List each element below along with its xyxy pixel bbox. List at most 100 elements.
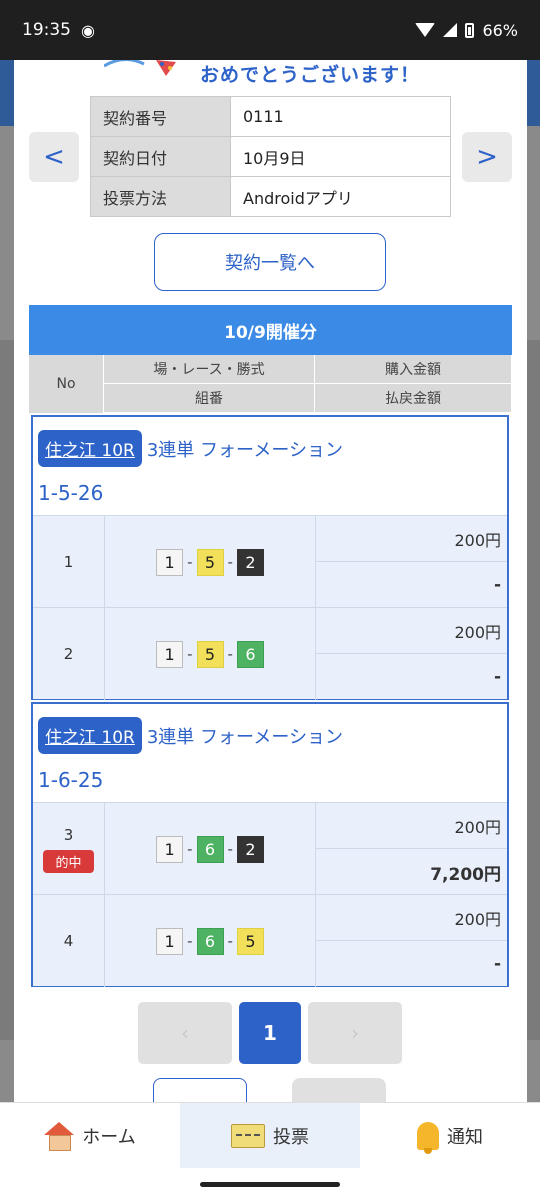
bet-no: 1 [33,516,105,608]
nav-notification-label: 通知 [447,1126,483,1148]
bet-numbers: 1 - 6 - 5 [105,895,316,987]
nav-vote[interactable]: 投票 [180,1103,360,1168]
payout-amount: - [493,667,501,687]
status-icons: 66% [415,21,518,40]
contract-date-value: 10月9日 [230,136,451,177]
hit-badge: 的中 [43,849,94,873]
bet-no-value: 4 [63,932,74,950]
home-gesture-bar[interactable] [200,1182,340,1187]
boat-number: 1 [156,835,184,863]
battery-percent: 66% [482,20,518,40]
dash: - [187,645,193,663]
pager-next-button[interactable]: › [308,1002,402,1064]
race-link[interactable]: 住之江 10R [38,717,142,754]
signal-icon [443,23,458,37]
vote-method-row: 投票方法 Androidアプリ [90,176,451,217]
payout-amount: 7,200円 [430,864,501,885]
boat-number: 2 [236,548,264,576]
col-place-race-type: 場・レース・勝式 [104,355,315,384]
nav-home[interactable]: ホーム [0,1103,180,1168]
gesture-area [0,1168,540,1200]
nav-home-label: ホーム [82,1126,136,1148]
col-combination: 組番 [104,384,315,413]
footer-button-gray[interactable] [292,1078,386,1102]
bet-row: 3 的中 1 - 6 - 2 200円 7,200円 [33,802,507,895]
bet-row: 4 1 - 6 - 5 200円 - [33,894,507,987]
boat-number: 6 [196,927,224,955]
bet-block: 住之江 10R 3連単 フォーメーション 1-5-26 1 1 - 5 - 2 … [31,415,509,700]
boat-number: 1 [156,927,184,955]
chevron-left-icon: < [43,142,65,172]
battery-icon [465,22,475,38]
home-icon [44,1121,75,1151]
payout-amount: - [493,575,501,595]
dash: - [227,553,233,571]
bet-no: 3 的中 [33,803,105,895]
footer-button-outline[interactable] [153,1078,247,1102]
contract-info-table: 契約番号 0111 契約日付 10月9日 投票方法 Androidアプリ [90,96,451,217]
purchase-amount: 200円 [316,516,507,562]
vote-method-label: 投票方法 [90,176,231,217]
boat-number: 6 [196,835,224,863]
boat-number: 5 [196,640,224,668]
chevron-right-icon: › [351,1021,359,1045]
chevron-left-icon: ‹ [181,1021,189,1045]
col-payout-amount: 払戻金額 [315,384,512,413]
vote-method-value: Androidアプリ [230,176,451,217]
boat-number: 5 [196,548,224,576]
pager-current-page[interactable]: 1 [239,1002,301,1064]
party-popper-icon [104,60,176,76]
dash: - [227,840,233,858]
column-header: No 場・レース・勝式 購入金額 組番 払戻金額 [29,355,512,413]
contract-date-label: 契約日付 [90,136,231,177]
dash: - [187,553,193,571]
race-line: 住之江 10R 3連単 フォーメーション [38,430,343,467]
payout-amount: - [493,954,501,974]
bet-no: 4 [33,895,105,987]
purchase-amount: 200円 [316,608,507,654]
dash: - [227,645,233,663]
boat-number: 1 [156,640,184,668]
bet-block: 住之江 10R 3連単 フォーメーション 1-6-25 3 的中 1 - 6 -… [31,702,509,987]
dash: - [187,840,193,858]
boat-number: 2 [236,835,264,863]
combination-code: 1-6-25 [38,768,104,792]
next-contract-button[interactable]: > [462,132,512,182]
ticket-icon [231,1123,265,1148]
nav-notification[interactable]: 通知 [360,1103,540,1168]
bet-type: 3連単 フォーメーション [146,726,343,748]
bottom-nav: ホーム 投票 通知 [0,1102,540,1168]
col-purchase-amount: 購入金額 [315,355,512,384]
status-time: 19:35 [22,20,71,40]
boat-number: 5 [236,927,264,955]
purchase-amount: 200円 [316,803,507,849]
contract-number-value: 0111 [230,96,451,137]
contract-number-row: 契約番号 0111 [90,96,451,137]
boat-number: 1 [156,548,184,576]
combination-code: 1-5-26 [38,481,104,505]
race-line: 住之江 10R 3連単 フォーメーション [38,717,343,754]
bell-icon [417,1121,439,1154]
date-header: 10/9開催分 [29,305,512,355]
contract-list-button[interactable]: 契約一覧へ [154,233,386,291]
bet-no-value: 3 [63,825,74,844]
pager-prev-button[interactable]: ‹ [138,1002,232,1064]
chevron-right-icon: > [476,142,498,172]
bet-row: 2 1 - 5 - 6 200円 - [33,607,507,700]
nav-vote-label: 投票 [273,1126,309,1148]
congrats-banner: おめでとうございます！ [200,64,421,86]
prev-contract-button[interactable]: < [29,132,79,182]
bet-numbers: 1 - 5 - 2 [105,516,316,608]
bet-no: 2 [33,608,105,700]
contract-modal: おめでとうございます！ < > 契約番号 0111 契約日付 10月9日 投票方… [14,60,527,1102]
boat-number: 6 [236,640,264,668]
bet-numbers: 1 - 6 - 2 [105,803,316,895]
bet-type: 3連単 フォーメーション [146,439,343,461]
wifi-icon [415,23,436,37]
background-right-edge [526,340,540,1040]
status-bar: 19:35 ◉ 66% [0,0,540,60]
dash: - [227,932,233,950]
contract-date-row: 契約日付 10月9日 [90,136,451,177]
race-link[interactable]: 住之江 10R [38,430,142,467]
contract-number-label: 契約番号 [90,96,231,137]
